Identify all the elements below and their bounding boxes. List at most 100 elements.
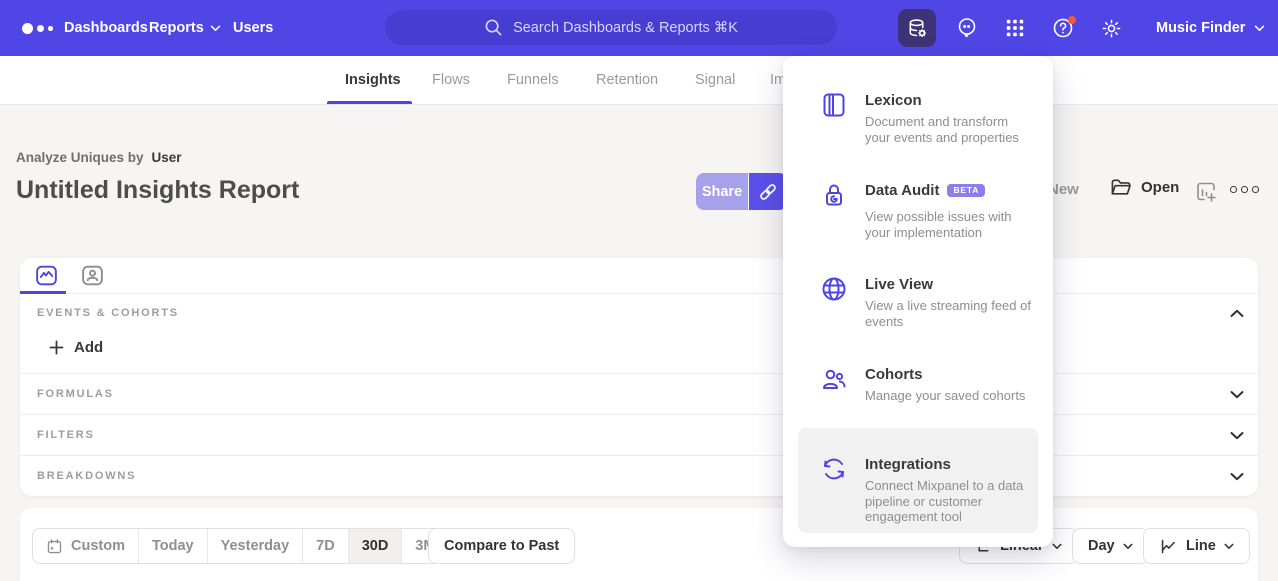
chevron-down-icon (210, 25, 221, 32)
open-report-button[interactable]: Open (1110, 178, 1179, 197)
live-view-globe-icon (820, 275, 848, 303)
workspace-name: Music Finder (1156, 20, 1245, 36)
interval-selector[interactable]: Day (1072, 528, 1149, 564)
report-subtitle: Analyze Uniques byUser (16, 150, 182, 165)
chart-type-label: Line (1186, 538, 1216, 554)
section-label-filters: FILTERS (37, 429, 95, 441)
tab-funnels[interactable]: Funnels (507, 56, 559, 104)
compare-to-past-button[interactable]: Compare to Past (428, 528, 575, 564)
line-chart-icon (1159, 537, 1178, 556)
data-management-button[interactable] (898, 9, 936, 47)
chart-plus-icon (1194, 180, 1218, 204)
database-gear-icon (906, 17, 929, 40)
search-icon (484, 18, 503, 37)
range-7d[interactable]: 7D (303, 529, 349, 563)
tab-user-profiles[interactable] (79, 262, 106, 289)
calendar-icon (46, 538, 63, 555)
link-icon (757, 181, 779, 203)
tab-signal[interactable]: Signal (695, 56, 735, 104)
folder-icon (1110, 178, 1132, 197)
nav-item-dashboards[interactable]: Dashboards (64, 0, 148, 56)
divider (20, 455, 1258, 456)
share-button[interactable]: Share (696, 173, 748, 210)
menu-item-description: Connect Mixpanel to a data pipeline or c… (865, 478, 1034, 525)
expand-formulas-button[interactable] (1229, 386, 1245, 402)
data-management-menu: Lexicon Document and transform your even… (783, 56, 1053, 547)
section-label-formulas: FORMULAS (37, 388, 114, 400)
active-tab-underline (327, 101, 412, 104)
chevron-down-icon (1123, 543, 1133, 550)
dot-icon (1230, 186, 1237, 193)
integrations-sync-icon (820, 455, 848, 483)
chevron-up-icon (1230, 309, 1244, 318)
top-navbar: Dashboards Reports Users Search Dashboar… (0, 0, 1278, 56)
expand-filters-button[interactable] (1229, 427, 1245, 443)
menu-item-integrations[interactable]: Integrations Connect Mixpanel to a data … (820, 455, 1034, 525)
menu-item-title: Cohorts (865, 365, 1034, 384)
interval-label: Day (1088, 538, 1115, 554)
chevron-down-icon (1254, 25, 1265, 32)
tab-insights[interactable]: Insights (345, 56, 401, 104)
chart-type-selector[interactable]: Line (1143, 528, 1250, 564)
tab-retention[interactable]: Retention (596, 56, 658, 104)
logo-dot (48, 26, 53, 31)
query-builder-panel: EVENTS & COHORTS Add FORMULAS FILTERS BR… (20, 258, 1258, 496)
menu-item-title: Live View (865, 275, 1034, 294)
tab-flows[interactable]: Flows (432, 56, 470, 104)
search-input[interactable]: Search Dashboards & Reports ⌘K (385, 10, 837, 45)
add-to-dashboard-button[interactable] (1194, 180, 1218, 207)
range-label: Custom (71, 538, 125, 554)
divider (20, 373, 1258, 374)
workspace-switcher[interactable]: Music Finder (1156, 0, 1265, 56)
chart-controls-panel: Custom Today Yesterday 7D 30D 3M 6M 12M … (20, 508, 1258, 581)
menu-item-cohorts[interactable]: Cohorts Manage your saved cohorts (820, 365, 1034, 404)
menu-item-title: Lexicon (865, 91, 1034, 110)
settings-button[interactable] (1092, 9, 1130, 47)
chevron-down-icon (1230, 390, 1244, 399)
report-tabbar: Insights Flows Funnels Retention Signal … (0, 56, 1278, 105)
chart-line-icon (34, 263, 59, 288)
range-today[interactable]: Today (139, 529, 208, 563)
data-audit-lock-icon (820, 181, 848, 209)
logo-dot (22, 23, 33, 34)
tab-metrics-chart[interactable] (33, 262, 60, 289)
report-title[interactable]: Untitled Insights Report (16, 176, 299, 205)
gear-icon (1100, 17, 1123, 40)
mixpanel-logo[interactable] (22, 23, 53, 34)
menu-item-data-audit[interactable]: Data Audit BETA View possible issues wit… (820, 181, 1034, 240)
nav-item-label: Reports (149, 20, 204, 36)
range-custom[interactable]: Custom (33, 529, 139, 563)
analysis-entity-selector[interactable]: User (152, 150, 182, 165)
grid-dots-icon (1004, 17, 1026, 39)
beta-badge: BETA (947, 184, 985, 198)
nav-item-users[interactable]: Users (233, 0, 273, 56)
menu-item-description: View a live streaming feed of events (865, 298, 1034, 329)
menu-item-live-view[interactable]: Live View View a live streaming feed of … (820, 275, 1034, 329)
active-builder-tab-underline (20, 291, 66, 294)
builder-tabs (20, 258, 1258, 294)
feedback-button[interactable] (948, 9, 986, 47)
more-options-button[interactable] (1230, 186, 1259, 193)
chevron-down-icon (1052, 543, 1062, 550)
notification-dot (1068, 16, 1076, 24)
divider (20, 414, 1258, 415)
user-profile-icon (80, 263, 105, 288)
menu-item-title: Integrations (865, 455, 1034, 474)
expand-breakdowns-button[interactable] (1229, 468, 1245, 484)
section-label-breakdowns: BREAKDOWNS (37, 470, 136, 482)
menu-item-description: Document and transform your events and p… (865, 114, 1034, 145)
menu-item-lexicon[interactable]: Lexicon Document and transform your even… (820, 91, 1034, 145)
nav-item-reports[interactable]: Reports (149, 0, 221, 56)
menu-item-title: Data Audit (865, 181, 939, 200)
menu-item-description: Manage your saved cohorts (865, 388, 1034, 404)
range-30d[interactable]: 30D (349, 529, 403, 563)
apps-grid-button[interactable] (996, 9, 1034, 47)
range-yesterday[interactable]: Yesterday (208, 529, 304, 563)
chat-bubble-icon (955, 16, 979, 40)
copy-link-button[interactable] (749, 173, 787, 210)
section-label-events-cohorts: EVENTS & COHORTS (37, 307, 179, 319)
chevron-down-icon (1230, 431, 1244, 440)
help-button[interactable] (1044, 9, 1082, 47)
collapse-events-button[interactable] (1229, 305, 1245, 321)
add-event-button[interactable]: Add (49, 339, 103, 356)
